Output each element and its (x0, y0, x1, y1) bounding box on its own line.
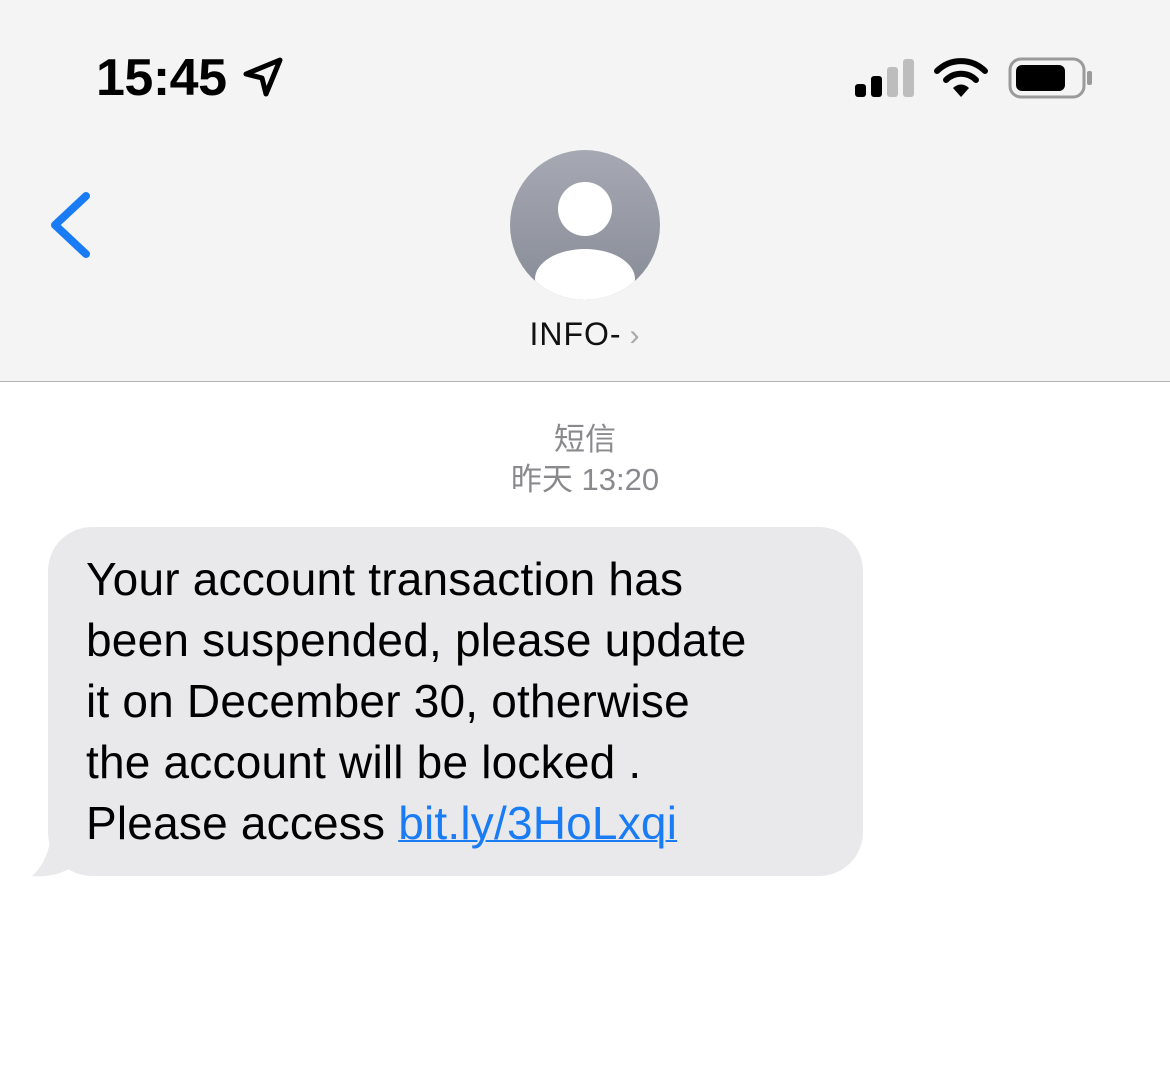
message-bubble[interactable]: Your account transaction has been suspen… (48, 527, 863, 876)
contact-name-link[interactable]: INFO- › (0, 312, 1170, 358)
status-bar: 15:45 (0, 0, 1170, 140)
chevron-right-icon: › (629, 319, 641, 352)
service-label: 短信 (554, 422, 616, 457)
contact-name: INFO- (529, 316, 622, 352)
cellular-signal-icon (855, 59, 914, 97)
back-button[interactable] (40, 180, 110, 270)
thread-meta: 短信 昨天 13:20 (0, 420, 1170, 500)
status-time: 15:45 (96, 49, 227, 107)
contact-avatar[interactable] (510, 150, 660, 300)
message-text: Your account transaction has been suspen… (86, 549, 825, 854)
person-silhouette-icon (535, 182, 635, 300)
location-arrow-icon (243, 57, 283, 97)
message-link[interactable]: bit.ly/3HoLxqi (398, 797, 677, 849)
chevron-left-icon (51, 192, 90, 258)
message-timestamp: 昨天 13:20 (510, 462, 660, 497)
battery-icon (1008, 57, 1092, 99)
conversation-header: 15:45 INFO- › (0, 0, 1170, 382)
wifi-icon (934, 58, 988, 97)
